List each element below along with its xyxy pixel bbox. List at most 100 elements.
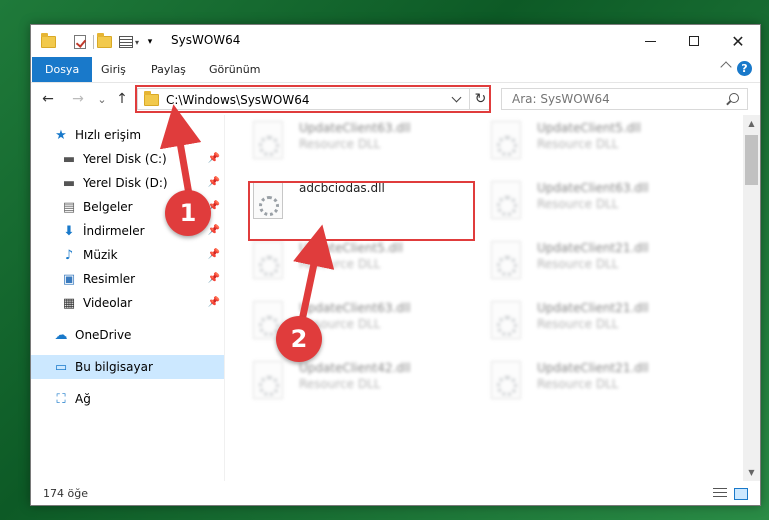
file-type: Resource DLL <box>537 257 619 271</box>
pictures-icon: ▣ <box>62 271 76 287</box>
list-item[interactable]: UpdateClient63.dll Resource DLL <box>225 295 455 347</box>
file-type: Resource DLL <box>537 377 619 391</box>
scroll-up-icon[interactable]: ▲ <box>743 115 760 132</box>
file-type: Resource DLL <box>299 257 381 271</box>
new-folder-icon[interactable] <box>95 33 113 51</box>
close-button[interactable]: ✕ <box>716 25 760 57</box>
customize-toolbar-icon[interactable]: ▾ <box>117 33 141 51</box>
list-item[interactable]: UpdateClient63.dll Resource DLL <box>463 175 693 227</box>
file-name: UpdateClient21.dll <box>537 361 649 375</box>
callout-badge-2: 2 <box>276 316 322 362</box>
sidebar-item-this-pc[interactable]: ▭ Bu bilgisayar <box>31 355 224 379</box>
status-bar: 174 öğe <box>31 481 760 505</box>
dll-file-icon <box>253 121 283 159</box>
file-name: UpdateClient63.dll <box>299 301 411 315</box>
file-name: UpdateClient63.dll <box>299 121 411 135</box>
file-highlight-box <box>248 181 475 241</box>
address-highlight-box <box>135 85 491 113</box>
back-button[interactable]: ← <box>39 90 57 108</box>
window-title: SysWOW64 <box>171 33 241 47</box>
close-icon: ✕ <box>731 31 745 51</box>
maximize-button[interactable] <box>672 25 716 57</box>
callout-badge-1: 1 <box>165 190 211 236</box>
video-icon: ▦ <box>62 295 76 311</box>
file-type: Resource DLL <box>299 377 381 391</box>
list-item[interactable]: UpdateClient5.dll Resource DLL <box>225 235 455 287</box>
sidebar-item-pictures[interactable]: ▣ Resimler 📌 <box>31 267 224 291</box>
drive-icon: ▬ <box>62 175 76 191</box>
forward-button[interactable]: → <box>69 90 87 108</box>
computer-icon: ▭ <box>54 359 68 375</box>
details-view-icon[interactable] <box>713 488 727 500</box>
file-name: UpdateClient5.dll <box>537 121 641 135</box>
search-icon[interactable] <box>729 93 739 103</box>
scroll-down-icon[interactable]: ▼ <box>743 464 760 481</box>
ribbon: Dosya Giriş Paylaş Görünüm ? <box>31 57 760 83</box>
help-icon[interactable]: ? <box>737 61 752 76</box>
tab-file[interactable]: Dosya <box>32 57 93 82</box>
pin-icon[interactable]: 📌 <box>208 225 220 236</box>
minimize-button[interactable] <box>628 25 672 57</box>
large-icons-view-icon[interactable] <box>734 488 748 500</box>
item-count: 174 öğe <box>43 487 88 500</box>
pin-icon[interactable]: 📌 <box>208 273 220 284</box>
sidebar-item-label: Hızlı erişim <box>75 128 142 142</box>
sidebar-item-label: OneDrive <box>75 328 132 342</box>
sidebar-item-onedrive[interactable]: ☁ OneDrive <box>31 323 224 347</box>
pin-icon[interactable]: 📌 <box>208 177 220 188</box>
folder-icon[interactable] <box>39 33 57 51</box>
list-item[interactable]: UpdateClient63.dll Resource DLL <box>225 115 455 167</box>
star-icon: ★ <box>55 127 67 143</box>
download-icon: ⬇ <box>63 223 75 239</box>
quick-access-dropdown-icon[interactable]: ▾ <box>143 33 157 51</box>
tab-view[interactable]: Görünüm <box>209 57 260 82</box>
dll-file-icon <box>253 241 283 279</box>
file-type: Resource DLL <box>537 197 619 211</box>
navigation-pane: ★ Hızlı erişim ▬ Yerel Disk (C:) 📌 ▬ Yer… <box>31 115 224 481</box>
properties-check-icon[interactable] <box>71 33 89 51</box>
tab-share[interactable]: Paylaş <box>151 57 186 82</box>
scroll-thumb[interactable] <box>745 135 758 185</box>
sidebar-item-label: Yerel Disk (C:) <box>83 152 167 166</box>
file-name: UpdateClient5.dll <box>299 241 403 255</box>
list-item[interactable]: UpdateClient21.dll Resource DLL <box>463 235 693 287</box>
ribbon-expand-chevron-icon[interactable] <box>720 61 732 73</box>
pin-icon[interactable]: 📌 <box>208 297 220 308</box>
up-button[interactable]: ↑ <box>113 90 131 108</box>
sidebar-item-quick-access[interactable]: ★ Hızlı erişim <box>31 123 224 147</box>
file-name: UpdateClient42.dll <box>299 361 411 375</box>
title-bar: ▾ ▾ SysWOW64 ✕ <box>31 25 760 57</box>
pin-icon[interactable]: 📌 <box>208 249 220 260</box>
dll-file-icon <box>491 301 521 339</box>
list-item[interactable]: UpdateClient42.dll Resource DLL <box>225 355 455 407</box>
search-input[interactable] <box>502 89 702 109</box>
pin-icon[interactable]: 📌 <box>208 153 220 164</box>
list-item[interactable]: UpdateClient5.dll Resource DLL <box>463 115 693 167</box>
sidebar-item-videos[interactable]: ▦ Videolar 📌 <box>31 291 224 315</box>
list-item[interactable]: UpdateClient21.dll Resource DLL <box>463 295 693 347</box>
drive-icon: ▬ <box>62 151 76 167</box>
dll-file-icon <box>491 241 521 279</box>
file-list: UpdateClient63.dll Resource DLL UpdateCl… <box>225 115 743 481</box>
search-box[interactable] <box>501 88 748 110</box>
file-name: UpdateClient21.dll <box>537 301 649 315</box>
dll-file-icon <box>491 181 521 219</box>
tab-home[interactable]: Giriş <box>101 57 126 82</box>
sidebar-item-label: Müzik <box>83 248 118 262</box>
sidebar-item-label: Bu bilgisayar <box>75 360 153 374</box>
dll-file-icon <box>253 361 283 399</box>
sidebar-item-network[interactable]: ⛶ Ağ <box>31 387 224 411</box>
dll-file-icon <box>491 361 521 399</box>
vertical-scrollbar[interactable]: ▲ ▼ <box>743 115 760 481</box>
maximize-icon <box>689 36 699 46</box>
sidebar-item-music[interactable]: ♪ Müzik 📌 <box>31 243 224 267</box>
sidebar-item-local-disk-c[interactable]: ▬ Yerel Disk (C:) 📌 <box>31 147 224 171</box>
file-name: UpdateClient21.dll <box>537 241 649 255</box>
sidebar-item-label: Ağ <box>75 392 91 406</box>
title-separator <box>93 35 94 49</box>
list-item[interactable]: UpdateClient21.dll Resource DLL <box>463 355 693 407</box>
dll-file-icon <box>491 121 521 159</box>
sidebar-item-label: Resimler <box>83 272 136 286</box>
network-icon: ⛶ <box>56 391 66 407</box>
recent-locations-button[interactable]: ⌄ <box>93 90 111 108</box>
